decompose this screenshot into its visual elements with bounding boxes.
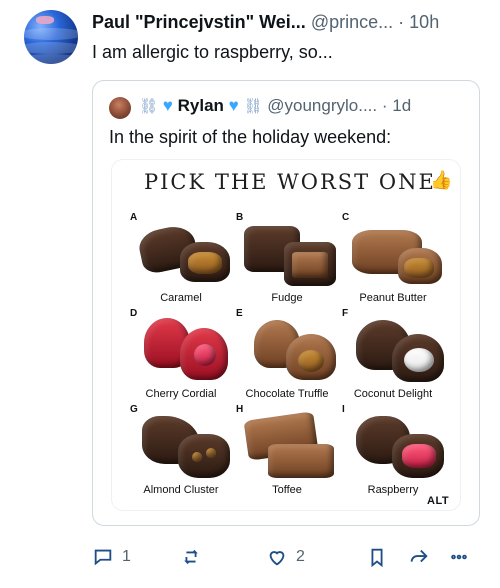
more-button[interactable]	[448, 546, 470, 568]
avatar-wave	[24, 28, 78, 40]
like-icon	[269, 551, 285, 566]
candy-cell: H Toffee	[228, 400, 346, 500]
candy-label: Toffee	[272, 484, 302, 496]
candy-label: Caramel	[160, 292, 202, 304]
candy-letter: B	[236, 212, 244, 223]
reply-count: 1	[122, 548, 131, 565]
bookmark-icon	[371, 548, 383, 568]
chain-icon: ⛓	[139, 98, 159, 115]
candy-label: Coconut Delight	[353, 388, 433, 400]
candy-filling	[404, 348, 434, 372]
media-title: PICK THE WORST ONE	[144, 170, 436, 194]
candy-filling	[404, 258, 434, 278]
post-actions: 1 2	[92, 544, 480, 570]
avatar-wave	[24, 54, 78, 64]
candy-cell: I Raspberry	[334, 400, 452, 500]
candy-filling	[206, 448, 216, 458]
candy-letter: E	[236, 308, 243, 319]
quoted-post-text: In the spirit of the holiday weekend:	[109, 127, 392, 147]
author-avatar[interactable]	[24, 10, 78, 64]
candy-cell: F Coconut Delight	[334, 304, 452, 404]
quoted-author-name[interactable]: Rylan	[178, 96, 224, 115]
quoted-media-image[interactable]: PICK THE WORST ONE 👍 A Caramel B Fudge C…	[111, 159, 461, 511]
chain-icon: ⛓	[243, 98, 263, 115]
candy-filling	[194, 344, 216, 366]
reply-icon	[94, 549, 112, 566]
candy-label: Almond Cluster	[143, 484, 219, 496]
candy-filling	[292, 252, 328, 278]
candy-cell: E Chocolate Truffle	[228, 304, 346, 404]
blue-heart-icon: ♥	[228, 96, 239, 115]
candy-cell: D Cherry Cordial	[122, 304, 240, 404]
candy-letter: H	[236, 404, 244, 415]
post-header: Paul "Princejvstin" Wei... @prince... · …	[92, 12, 492, 33]
avatar-accent	[36, 16, 54, 24]
repost-button[interactable]	[180, 546, 210, 568]
thumbs-up-icon: 👍	[430, 170, 453, 190]
candy-filling	[188, 252, 222, 274]
time-separator: ·	[398, 12, 405, 32]
blue-heart-icon: ♥	[162, 96, 173, 115]
candy-image	[268, 444, 334, 478]
candy-letter: F	[342, 308, 349, 319]
post-text: I am allergic to raspberry, so...	[92, 42, 333, 62]
quoted-post[interactable]: ⛓ ♥ Rylan ♥ ⛓ @youngrylo.... · 1d In the…	[92, 80, 480, 526]
quoted-post-time[interactable]: 1d	[392, 96, 411, 115]
candy-cell: A Caramel	[122, 208, 240, 308]
candy-cell: G Almond Cluster	[122, 400, 240, 500]
candy-filling	[298, 350, 324, 372]
candy-letter: I	[342, 404, 345, 415]
candy-label: Cherry Cordial	[145, 388, 217, 400]
like-button[interactable]: 2	[266, 546, 305, 568]
candy-letter: D	[130, 308, 138, 319]
candy-filling	[192, 452, 202, 462]
share-button[interactable]	[408, 546, 430, 568]
share-icon	[410, 549, 428, 563]
repost-icon	[184, 549, 198, 565]
candy-letter: A	[130, 212, 138, 223]
quoted-post-header: ⛓ ♥ Rylan ♥ ⛓ @youngrylo.... · 1d	[139, 96, 411, 116]
quoted-author-avatar[interactable]	[109, 97, 131, 119]
candy-image	[178, 434, 230, 478]
candy-letter: G	[130, 404, 138, 415]
candy-cell: C Peanut Butter	[334, 208, 452, 308]
like-count: 2	[296, 548, 305, 565]
author-name[interactable]: Paul "Princejvstin" Wei...	[92, 12, 306, 32]
more-icon	[451, 554, 467, 560]
bookmark-button[interactable]	[366, 546, 388, 568]
candy-label: Peanut Butter	[359, 292, 427, 304]
candy-label: Chocolate Truffle	[245, 388, 329, 400]
candy-letter: C	[342, 212, 350, 223]
time-separator: ·	[381, 96, 388, 115]
candy-filling	[402, 444, 436, 468]
alt-badge[interactable]: ALT	[427, 495, 449, 507]
author-handle[interactable]: @prince...	[311, 12, 393, 32]
post-time[interactable]: 10h	[409, 12, 439, 32]
candy-cell: B Fudge	[228, 208, 346, 308]
candy-label: Fudge	[271, 292, 303, 304]
reply-button[interactable]: 1	[92, 546, 131, 568]
quoted-author-handle[interactable]: @youngrylo....	[267, 96, 377, 115]
avatar-wave	[24, 42, 78, 54]
